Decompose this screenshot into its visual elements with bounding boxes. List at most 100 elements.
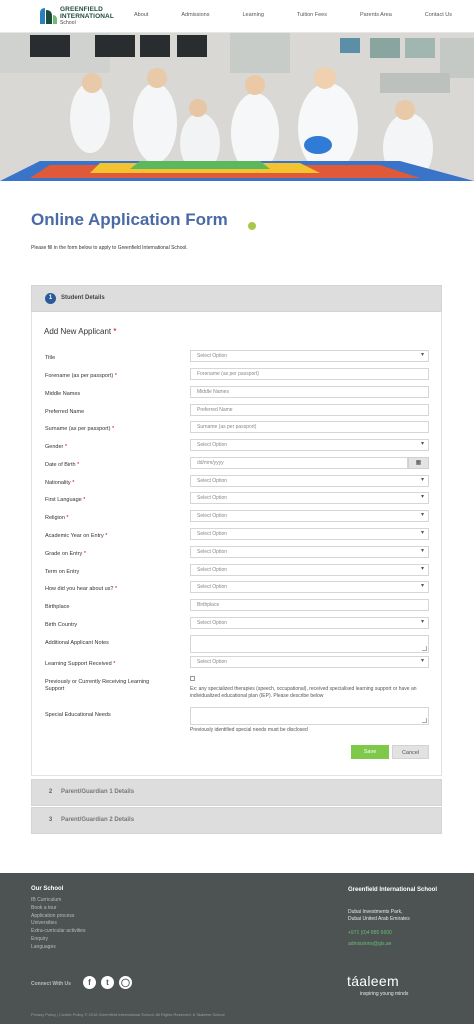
preferred-name-input[interactable]: Preferred Name <box>190 404 429 416</box>
calendar-icon[interactable]: ▦ <box>408 457 429 469</box>
required-mark: * <box>115 586 118 592</box>
nav-item-about[interactable]: About <box>134 12 148 18</box>
notes-textarea[interactable] <box>190 635 429 653</box>
step-number: 2 <box>48 789 53 795</box>
title-accent-dot <box>248 222 256 230</box>
label-forename: Forename (as per passport) * <box>45 373 170 380</box>
label-religion: Religion * <box>45 515 170 522</box>
instagram-icon[interactable]: ◯ <box>119 976 132 989</box>
label-text: Gender <box>45 444 64 450</box>
date-of-birth-input[interactable]: dd/mm/yyyy <box>190 457 408 469</box>
nav-item-parents-area[interactable]: Parents Area <box>360 12 392 18</box>
label-text: Birth Country <box>45 622 78 628</box>
footer-link[interactable]: Extra-curricular activities <box>31 928 85 936</box>
required-mark: * <box>105 533 108 539</box>
intro-text: Please fill in the form below to apply t… <box>31 245 188 251</box>
label-grade: Grade on Entry * <box>45 551 170 558</box>
footer-link[interactable]: Universities <box>31 920 85 928</box>
cancel-button[interactable]: Cancel <box>392 745 429 759</box>
grade-select[interactable]: Select Option <box>190 546 429 558</box>
footer-link[interactable]: IB Curriculum <box>31 897 85 905</box>
special-needs-textarea[interactable] <box>190 707 429 725</box>
facebook-icon[interactable]: f <box>83 976 96 989</box>
site-header: GREENFIELD INTERNATIONAL School About Ad… <box>0 0 474 33</box>
add-new-applicant-heading: Add New Applicant * <box>44 327 117 336</box>
label-text: Preferred Name <box>45 409 85 415</box>
section-student-details[interactable]: 1 Student Details <box>31 285 442 312</box>
required-mark: * <box>72 480 75 486</box>
label-academic-year: Academic Year on Entry * <box>45 533 170 540</box>
footer-link[interactable]: Book a tour <box>31 905 85 913</box>
address-line: Dubai Investments Park, <box>348 909 403 915</box>
label-previously-receiving: Previously or Currently Receiving Learni… <box>45 679 150 692</box>
nav-item-admissions[interactable]: Admissions <box>181 12 209 18</box>
page-title: Online Application Form <box>31 210 228 229</box>
term-select[interactable]: Select Option <box>190 564 429 576</box>
forename-input[interactable]: Forename (as per passport) <box>190 368 429 380</box>
label-text: First Language <box>45 497 82 503</box>
nationality-select[interactable]: Select Option <box>190 475 429 487</box>
previously-receiving-checkbox[interactable] <box>190 676 195 681</box>
label-text: Date of Birth <box>45 462 76 468</box>
school-logo[interactable]: GREENFIELD INTERNATIONAL School <box>38 5 118 27</box>
footer-school-name: Greenfield International School <box>348 887 438 893</box>
logo-text: GREENFIELD INTERNATIONAL School <box>60 6 114 27</box>
nav-item-tuition-fees[interactable]: Tuition Fees <box>297 12 327 18</box>
academic-year-select[interactable]: Select Option <box>190 528 429 540</box>
step-number: 3 <box>48 817 53 823</box>
label-middle-names: Middle Names <box>45 391 170 398</box>
hero-image <box>0 33 474 181</box>
main-nav: About Admissions Learning Tuition Fees P… <box>134 12 474 18</box>
label-text: Academic Year on Entry <box>45 533 104 539</box>
label-learning-support: Learning Support Received * <box>45 661 170 668</box>
label-text: Birthplace <box>45 604 70 610</box>
label-text: Nationality <box>45 480 71 486</box>
label-text: Learning Support Received <box>45 661 112 667</box>
middle-names-input[interactable]: Middle Names <box>190 386 429 398</box>
taaleem-tagline: inspiring young minds <box>360 991 409 997</box>
section-guardian-2[interactable]: 3 Parent/Guardian 2 Details <box>31 807 442 834</box>
footer-link[interactable]: Application process <box>31 913 85 921</box>
twitter-icon[interactable]: t <box>101 976 114 989</box>
title-select[interactable]: Select Option <box>190 350 429 362</box>
section-label: Student Details <box>61 295 105 301</box>
save-button[interactable]: Save <box>351 745 389 759</box>
footer-link[interactable]: Languages <box>31 944 85 952</box>
required-mark: * <box>83 551 86 557</box>
footer-email[interactable]: admissions@gis.ae <box>348 941 391 947</box>
birth-country-select[interactable]: Select Option <box>190 617 429 629</box>
label-hear-about-us: How did you hear about us? * <box>45 586 170 593</box>
section-label: Parent/Guardian 2 Details <box>61 817 135 823</box>
learning-support-select[interactable]: Select Option <box>190 656 429 668</box>
footer-link[interactable]: Enquiry <box>31 936 85 944</box>
footer-links: IB Curriculum Book a tour Application pr… <box>31 897 85 952</box>
required-mark: * <box>111 426 115 432</box>
address-line: Dubai United Arab Emirates <box>348 916 410 922</box>
step-number: 1 <box>45 293 56 304</box>
footer-phone[interactable]: +971 (0)4 885 6600 <box>348 930 392 936</box>
label-text: Grade on Entry <box>45 551 83 557</box>
logo-mark-icon <box>40 8 57 24</box>
hear-about-us-select[interactable]: Select Option <box>190 581 429 593</box>
religion-select[interactable]: Select Option <box>190 510 429 522</box>
first-language-select[interactable]: Select Option <box>190 492 429 504</box>
label-special-needs: Special Educational Needs <box>45 712 111 718</box>
birthplace-input[interactable]: Birthplace <box>190 599 429 611</box>
label-text: Middle Names <box>45 391 81 397</box>
required-mark: * <box>113 327 117 336</box>
label-notes: Additional Applicant Notes <box>45 640 170 647</box>
logo-line-3: School <box>60 20 76 26</box>
nav-item-learning[interactable]: Learning <box>243 12 264 18</box>
required-mark: * <box>64 444 68 450</box>
footer-column-title: Our School <box>31 886 64 892</box>
nav-item-contact-us[interactable]: Contact Us <box>425 12 452 18</box>
required-mark: * <box>77 462 80 468</box>
section-guardian-1[interactable]: 2 Parent/Guardian 1 Details <box>31 779 442 806</box>
label-term: Term on Entry <box>45 569 170 576</box>
required-mark: * <box>83 497 86 503</box>
gender-select[interactable]: Select Option <box>190 439 429 451</box>
label-birthplace: Birthplace <box>45 604 170 611</box>
required-mark: * <box>114 373 117 379</box>
surname-input[interactable]: Surname (as per passport) <box>190 421 429 433</box>
taaleem-logo[interactable]: táaleem <box>347 973 399 989</box>
